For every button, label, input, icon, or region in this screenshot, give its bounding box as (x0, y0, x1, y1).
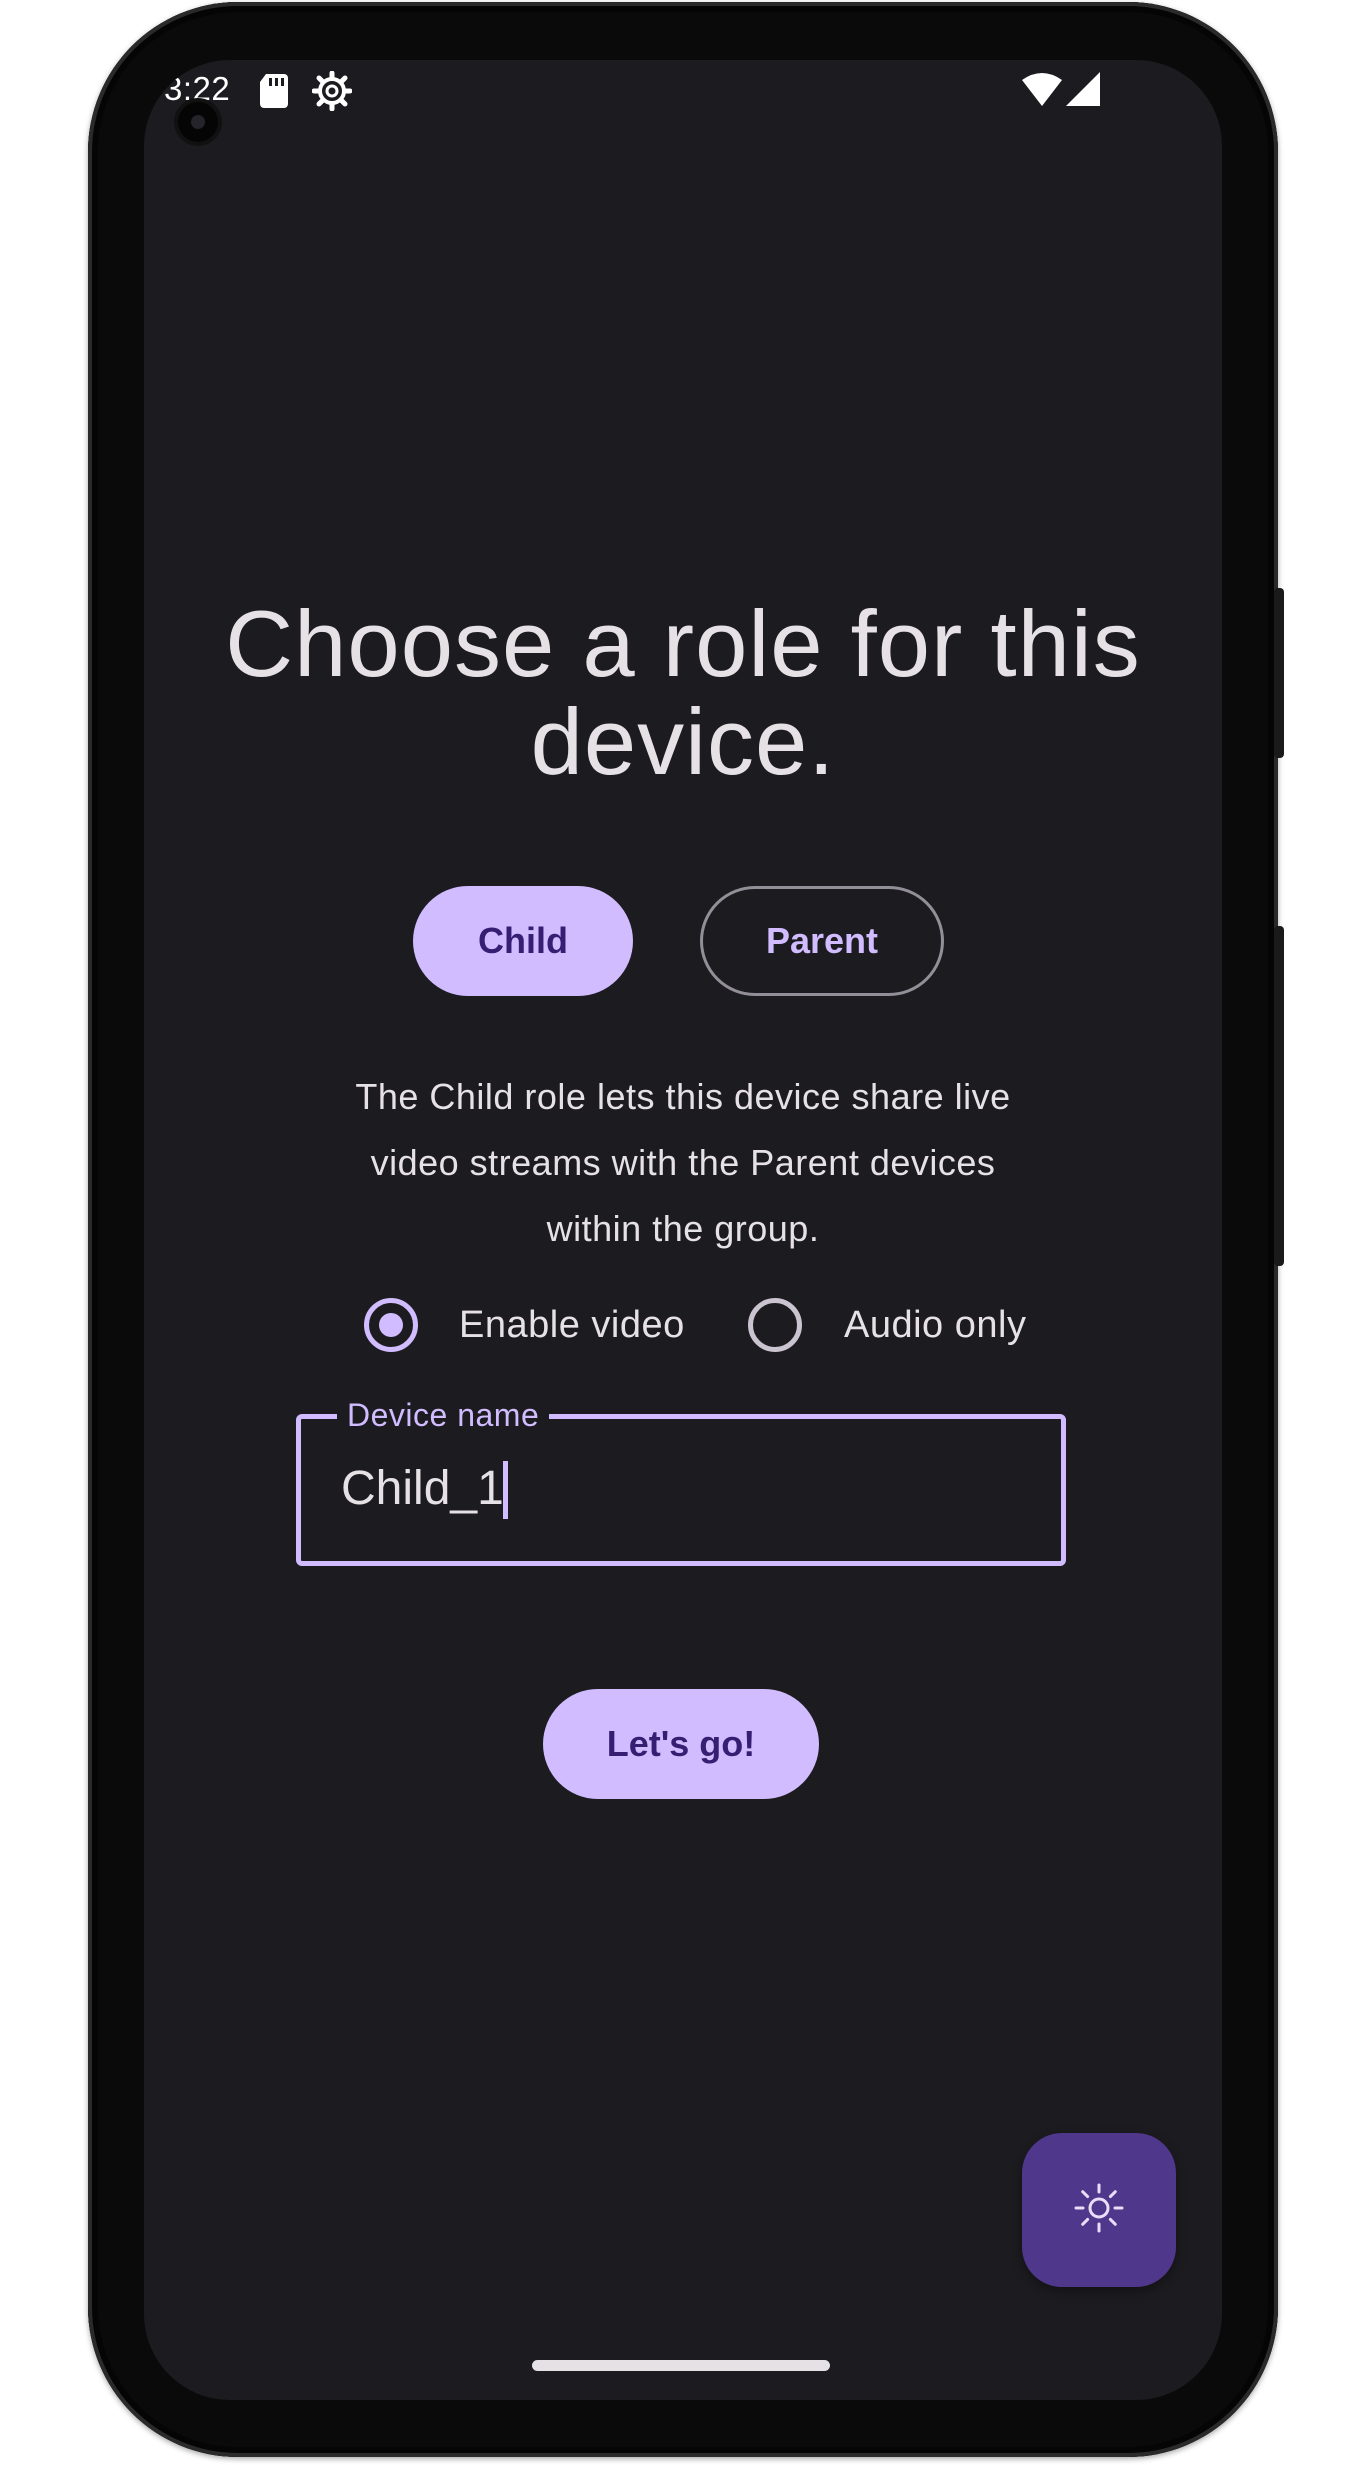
wifi-icon (1022, 72, 1062, 111)
page-title: Choose a role for this device. (225, 591, 1141, 794)
role-selector: Child Parent (144, 886, 1222, 996)
enable-video-label[interactable]: Enable video (459, 1304, 685, 1347)
enable-video-radio[interactable] (364, 1298, 418, 1352)
brightness-sun-icon (1072, 2181, 1126, 2240)
home-indicator[interactable] (532, 2360, 830, 2371)
volume-button (1274, 926, 1284, 1266)
lets-go-button[interactable]: Let's go! (543, 1689, 819, 1799)
power-button (1274, 588, 1284, 758)
text-cursor (503, 1461, 508, 1519)
device-name-input[interactable] (341, 1453, 1021, 1523)
settings-gear-icon (311, 70, 353, 116)
signal-icon (1066, 72, 1100, 111)
child-role-button[interactable]: Child (413, 886, 633, 996)
audio-only-label[interactable]: Audio only (844, 1304, 1026, 1347)
app-screen: 3:22 Choose a role for this device. Chil… (144, 60, 1222, 2400)
front-camera (178, 102, 218, 142)
audio-only-radio[interactable] (748, 1298, 802, 1352)
media-options: Enable video Audio only (144, 1296, 1222, 1356)
sd-card-icon (260, 74, 288, 113)
device-name-field[interactable]: Device name (296, 1397, 1066, 1566)
role-description: The Child role lets this device share li… (355, 1076, 1011, 1249)
parent-role-button[interactable]: Parent (700, 886, 944, 996)
status-bar: 3:22 (144, 60, 1222, 120)
theme-toggle-button[interactable] (1022, 2133, 1176, 2287)
device-name-label: Device name (337, 1397, 550, 1434)
